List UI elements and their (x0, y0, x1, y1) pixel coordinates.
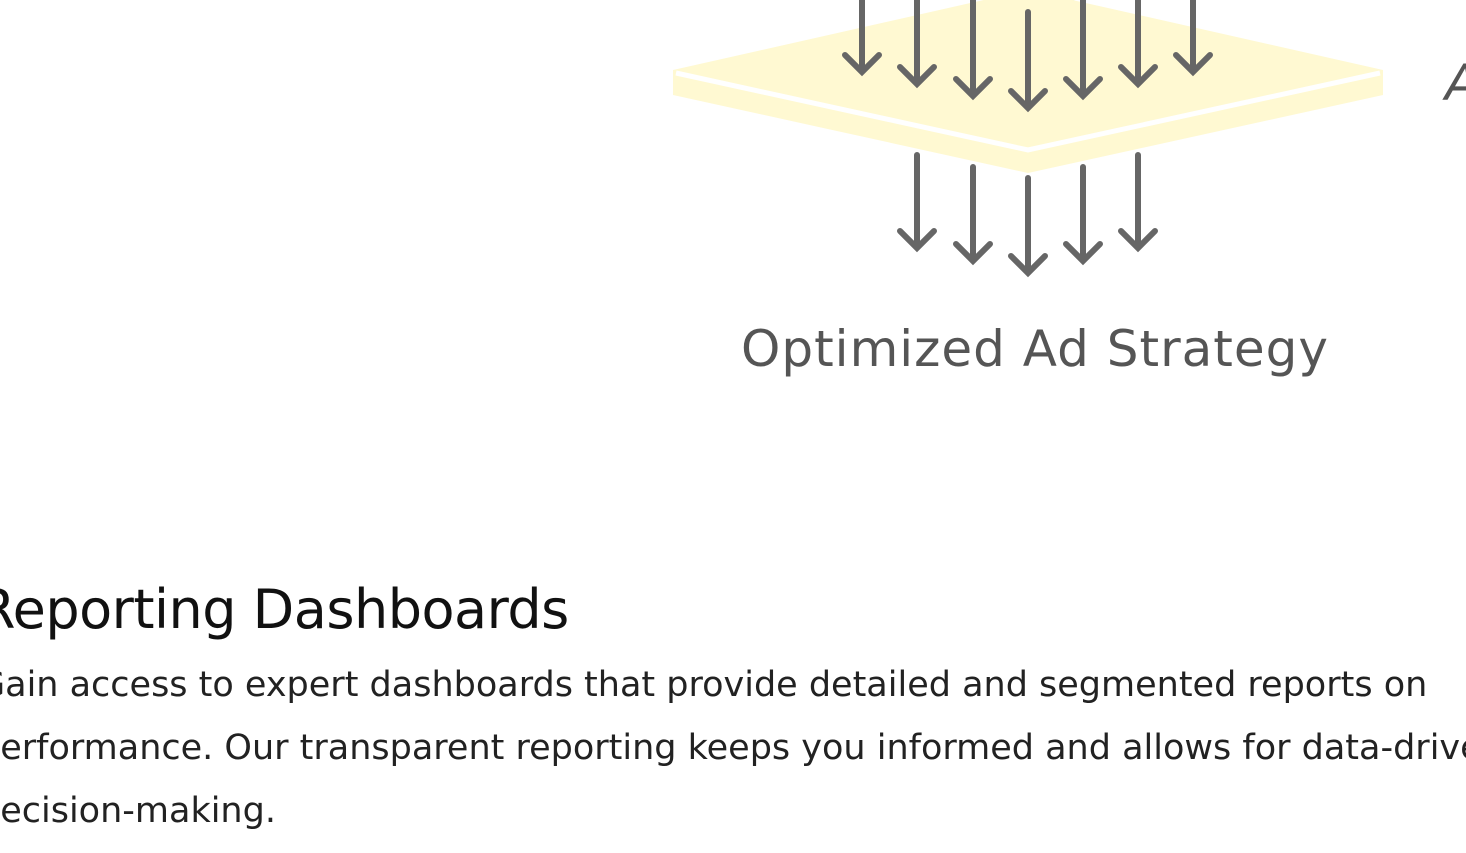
description-line: decision-making. (0, 791, 276, 831)
section-heading: Reporting Dashboards (0, 578, 569, 641)
arrow-down-icon (1008, 175, 1048, 278)
description-line: Gain access to expert dashboards that pr… (0, 665, 1428, 705)
arrow-down-icon (1063, 164, 1103, 266)
description-line: performance. Our transparent reporting k… (0, 728, 1466, 768)
clipped-side-label: A (1442, 54, 1466, 112)
arrow-down-icon (1118, 152, 1158, 253)
page: Optimized Ad Strategy A Reporting Dashbo… (0, 0, 1466, 853)
arrow-down-icon (897, 152, 937, 253)
funnel-illustration: Optimized Ad Strategy A (673, 0, 1466, 378)
arrow-down-icon (953, 164, 993, 266)
section-description: Gain access to expert dashboards that pr… (0, 654, 1466, 843)
illustration-caption: Optimized Ad Strategy (741, 320, 1329, 378)
reporting-dashboards-section: Reporting Dashboards Gain access to expe… (0, 570, 1466, 843)
